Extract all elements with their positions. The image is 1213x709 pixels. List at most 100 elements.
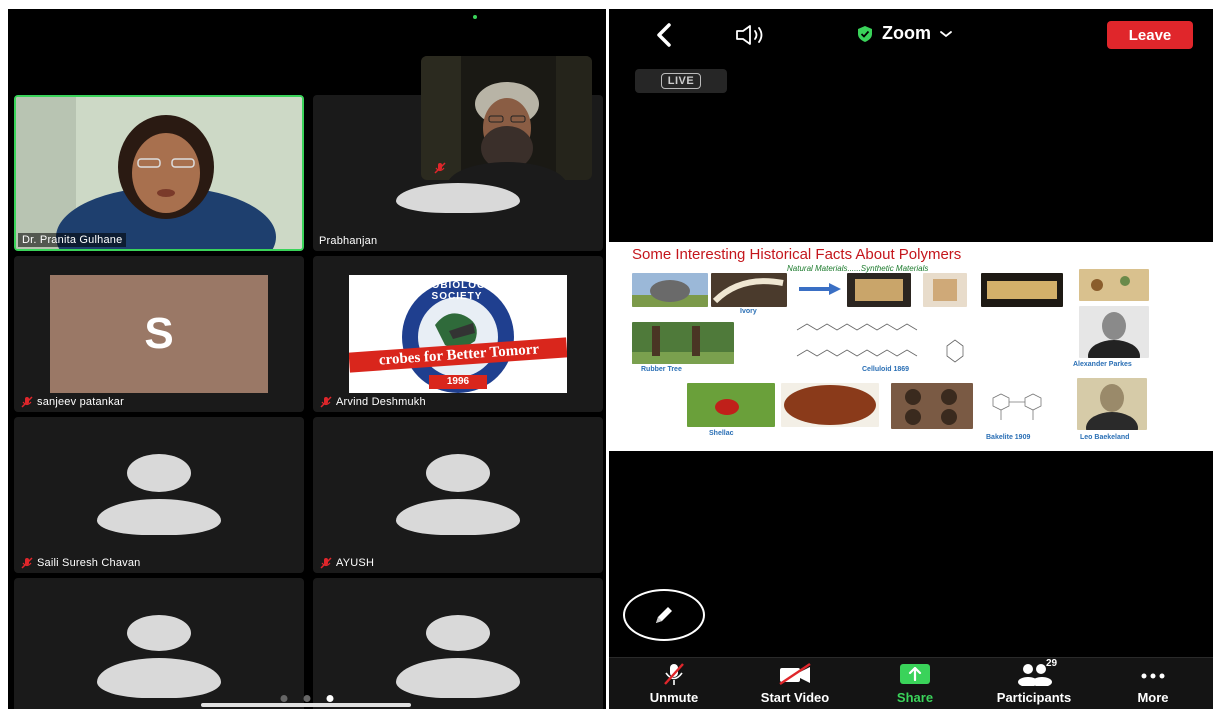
pattern-image — [1079, 269, 1149, 301]
self-video-thumbnail[interactable] — [421, 56, 592, 180]
speaker-icon[interactable] — [735, 23, 775, 47]
caption-bakelite: Bakelite 1909 — [986, 434, 1031, 441]
mic-muted-icon — [320, 396, 332, 408]
leo-baekeland-portrait — [1077, 378, 1147, 430]
logo-top-text: MICROBIOLOGISTS SOCIETY — [402, 280, 512, 302]
live-label: LIVE — [660, 73, 702, 89]
video-off-icon — [779, 663, 811, 685]
gallery-view: Dr. Pranita Gulhane Prabhanjan S sanjeev… — [8, 9, 606, 709]
pencil-icon — [656, 607, 672, 623]
participant-name-text: AYUSH — [336, 557, 375, 569]
camera-indicator — [473, 15, 477, 19]
leave-button[interactable]: Leave — [1107, 21, 1193, 49]
avatar-body — [97, 658, 221, 698]
participant-name: Arvind Deshmukh — [319, 396, 426, 408]
meeting-view: Zoom Leave LIVE Some Interesting Histori… — [609, 9, 1213, 709]
share-label: Share — [896, 690, 934, 705]
participant-name: Saili Suresh Chavan — [20, 557, 140, 569]
page-dot[interactable] — [280, 695, 288, 702]
mic-muted-icon — [21, 557, 33, 569]
avatar-initial: S — [144, 309, 174, 358]
start-video-button[interactable]: Start Video — [745, 662, 845, 705]
participant-name-text: Arvind Deshmukh — [336, 396, 426, 408]
security-shield-icon — [858, 25, 872, 42]
participant-name: Dr. Pranita Gulhane — [18, 233, 127, 247]
participant-tile-arvind[interactable]: MICROBIOLOGISTS SOCIETY crobes for Bette… — [313, 256, 603, 412]
live-badge[interactable]: LIVE — [635, 69, 727, 93]
meeting-top-bar: Zoom Leave — [609, 9, 1213, 61]
participant-tile-pranita[interactable]: Dr. Pranita Gulhane — [14, 95, 304, 251]
mic-muted-icon — [21, 396, 33, 408]
participant-name-text: sanjeev patankar — [37, 396, 124, 408]
logo-year: 1996 — [446, 376, 470, 387]
shellac-beetle-image — [687, 383, 775, 427]
celluloid-items-image — [847, 273, 911, 307]
alexander-parkes-portrait — [1079, 306, 1149, 358]
share-button[interactable]: Share — [865, 662, 965, 705]
avatar-head — [426, 615, 490, 651]
more-dots-icon — [1141, 673, 1165, 679]
avatar-body — [97, 499, 221, 535]
avatar-head — [426, 454, 490, 492]
participant-tile[interactable] — [313, 578, 603, 709]
brush-image — [981, 273, 1063, 307]
caption-alexander-parkes: Alexander Parkes — [1073, 361, 1132, 368]
shared-slide: Some Interesting Historical Facts About … — [609, 242, 1213, 451]
annotate-button[interactable] — [623, 589, 705, 641]
rubber-tree-image — [632, 322, 734, 364]
mic-muted-icon — [320, 557, 332, 569]
participant-name: Prabhanjan — [319, 235, 377, 247]
shellac-flakes-image — [781, 383, 879, 427]
caption-leo-baekeland: Leo Baekeland — [1080, 434, 1130, 441]
caption-ivory: Ivory — [740, 308, 757, 315]
caption-rubber-tree: Rubber Tree — [641, 366, 682, 373]
caption-celluloid: Celluloid 1869 — [862, 366, 910, 373]
home-indicator[interactable] — [201, 703, 411, 707]
page-dot-active[interactable] — [326, 695, 334, 702]
participants-button[interactable]: 29 Participants — [984, 658, 1084, 705]
start-video-label: Start Video — [760, 690, 830, 705]
arrow-right-icon — [799, 283, 841, 295]
meeting-title-dropdown[interactable]: Zoom — [856, 23, 953, 44]
avatar-body — [396, 499, 520, 535]
meeting-title: Zoom — [882, 23, 931, 43]
comb-image — [923, 273, 967, 307]
page-dot[interactable] — [303, 695, 311, 702]
more-label: More — [1137, 690, 1169, 705]
participant-name: AYUSH — [319, 557, 374, 569]
celluloid-structure-diagram — [787, 316, 983, 370]
avatar-body — [396, 183, 520, 213]
initial-avatar: S — [50, 275, 268, 393]
back-chevron-icon[interactable] — [651, 21, 679, 49]
meeting-toolbar: Unmute Start Video Share 29 Participants… — [609, 657, 1213, 709]
participant-name: sanjeev patankar — [20, 396, 124, 408]
bakelite-structure-diagram — [979, 388, 1067, 428]
share-arrow-icon — [900, 664, 930, 684]
more-button[interactable]: More — [1103, 662, 1203, 705]
page-indicator[interactable] — [280, 695, 334, 702]
participant-name-text: Prabhanjan — [319, 235, 378, 247]
chevron-down-icon — [940, 30, 952, 37]
participant-tile-sanjeev[interactable]: S sanjeev patankar — [14, 256, 304, 412]
participant-tile-ayush[interactable]: AYUSH — [313, 417, 603, 573]
avatar-head — [127, 615, 191, 651]
slide-subtitle: Natural Materials......Synthetic Materia… — [787, 264, 929, 273]
slide-title: Some Interesting Historical Facts About … — [632, 246, 962, 263]
participant-tile-saili[interactable]: Saili Suresh Chavan — [14, 417, 304, 573]
participant-tile[interactable] — [14, 578, 304, 709]
avatar-body — [396, 658, 520, 698]
participants-count-badge: 29 — [1046, 658, 1058, 669]
participant-name-text: Dr. Pranita Gulhane — [22, 234, 123, 246]
avatar-head — [127, 454, 191, 492]
unmute-button[interactable]: Unmute — [624, 662, 724, 705]
mic-muted-icon — [434, 162, 446, 174]
mic-off-icon — [664, 663, 684, 685]
bakelite-switch-image — [891, 383, 973, 429]
participants-label: Participants — [996, 690, 1072, 705]
ivory-image — [711, 273, 787, 307]
caption-shellac: Shellac — [709, 430, 734, 437]
participant-name-text: Saili Suresh Chavan — [37, 557, 141, 569]
unmute-label: Unmute — [649, 690, 699, 705]
elephant-image — [632, 273, 708, 307]
participant-video — [16, 97, 302, 249]
